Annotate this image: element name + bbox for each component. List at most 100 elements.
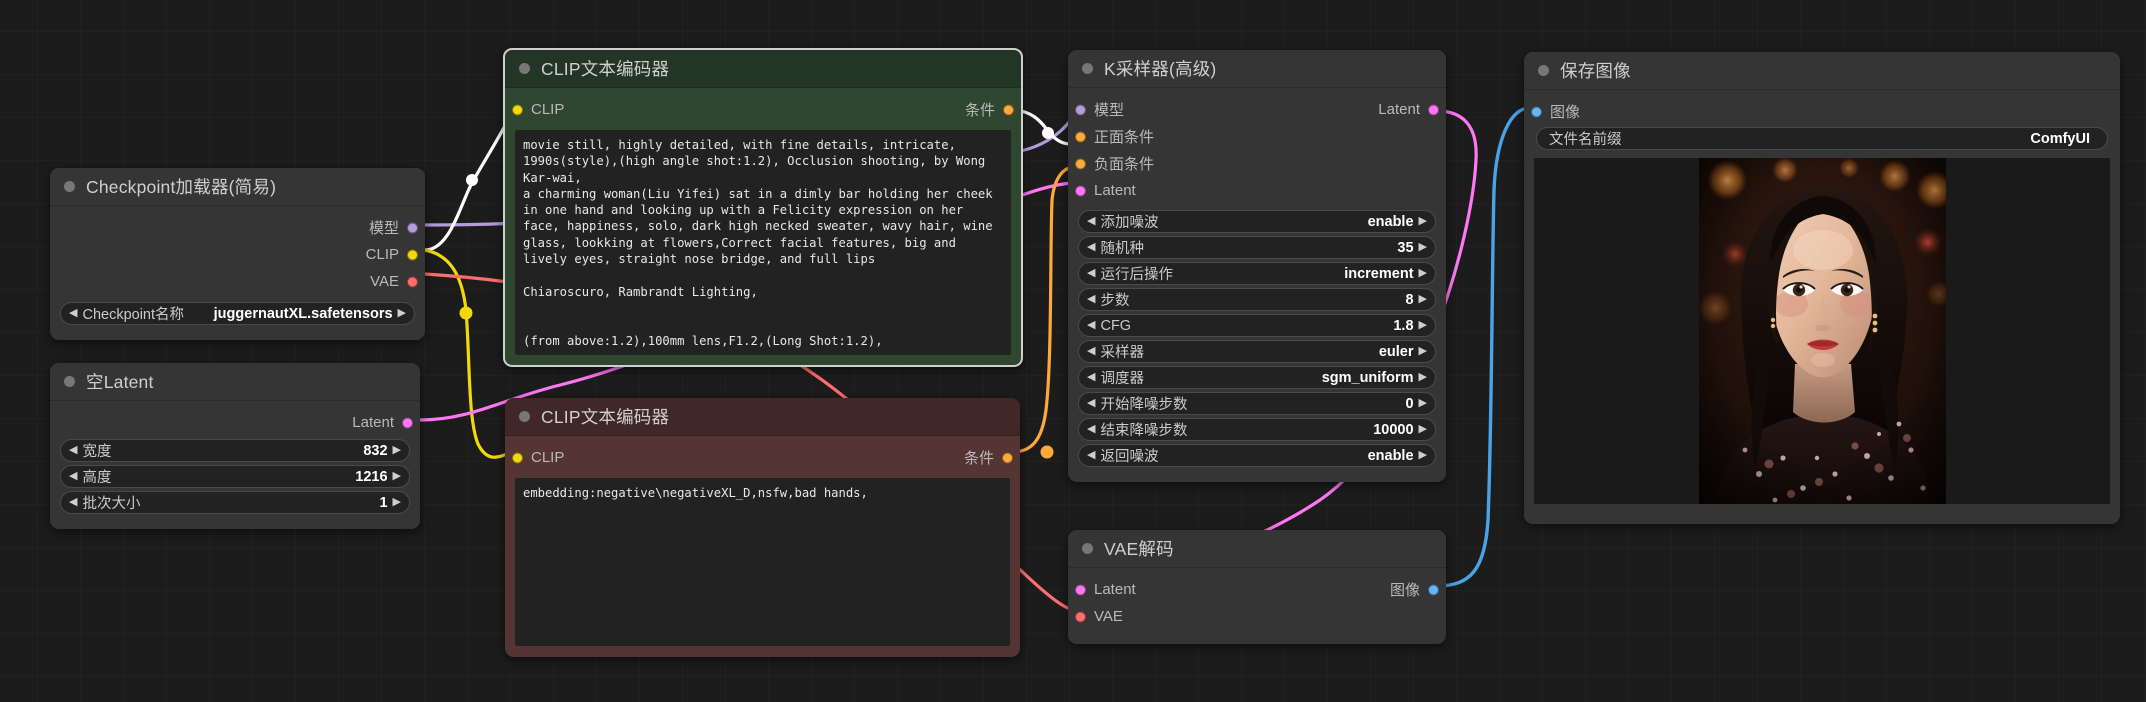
node-title-bar[interactable]: CLIP文本编码器	[505, 398, 1020, 436]
output-slot-model[interactable]: 模型	[50, 214, 425, 241]
node-title-bar[interactable]: Checkpoint加载器(简易)	[50, 168, 425, 206]
input-dot-clip[interactable]	[512, 104, 523, 115]
node-vae-decode[interactable]: VAE解码 Latent 图像 VAE	[1068, 530, 1446, 644]
chevron-left-icon[interactable]: ◀	[1087, 294, 1095, 305]
node-checkpoint-loader[interactable]: Checkpoint加载器(简易) 模型 CLIP VAE ◀ Checkpoi…	[50, 168, 425, 340]
output-dot-clip[interactable]	[407, 249, 418, 260]
chevron-left-icon[interactable]: ◀	[1087, 372, 1095, 383]
input-dot-vae[interactable]	[1075, 611, 1086, 622]
widget-width[interactable]: ◀ 宽度 832 ▶	[60, 439, 410, 462]
output-dot-image[interactable]	[1428, 584, 1439, 595]
node-title-bar[interactable]: K采样器(高级)	[1068, 50, 1446, 88]
collapse-dot-icon[interactable]	[1082, 63, 1093, 74]
input-slot-clip[interactable]: CLIP	[505, 444, 564, 471]
output-dot-latent[interactable]	[402, 417, 413, 428]
comfyui-graph-canvas[interactable]: Checkpoint加载器(简易) 模型 CLIP VAE ◀ Checkpoi…	[0, 0, 2146, 702]
chevron-left-icon[interactable]: ◀	[69, 308, 77, 319]
input-dot-latent[interactable]	[1075, 185, 1086, 196]
widget-control-after-generate[interactable]: ◀ 运行后操作 increment ▶	[1078, 262, 1436, 285]
output-slot-conditioning[interactable]: 条件	[965, 96, 1021, 123]
output-dot-conditioning[interactable]	[1003, 104, 1014, 115]
chevron-right-icon[interactable]: ▶	[1419, 268, 1427, 279]
chevron-left-icon[interactable]: ◀	[1087, 268, 1095, 279]
chevron-right-icon[interactable]: ▶	[393, 471, 401, 482]
input-slot-negative[interactable]: 负面条件	[1068, 150, 1446, 177]
node-ksampler-advanced[interactable]: K采样器(高级) 模型 Latent 正面条件 负面条件 Latent ◀ 添加…	[1068, 50, 1446, 482]
chevron-left-icon[interactable]: ◀	[69, 445, 77, 456]
input-slot-model[interactable]: 模型	[1068, 96, 1124, 123]
chevron-right-icon[interactable]: ▶	[1419, 346, 1427, 357]
widget-sampler-name[interactable]: ◀ 采样器 euler ▶	[1078, 340, 1436, 363]
chevron-left-icon[interactable]: ◀	[1087, 346, 1095, 357]
image-preview-panel[interactable]	[1534, 158, 2110, 504]
collapse-dot-icon[interactable]	[519, 63, 530, 74]
chevron-right-icon[interactable]: ▶	[398, 308, 406, 319]
input-slot-vae[interactable]: VAE	[1068, 603, 1446, 630]
widget-batch-size[interactable]: ◀ 批次大小 1 ▶	[60, 491, 410, 514]
output-slot-clip[interactable]: CLIP	[50, 241, 425, 268]
chevron-right-icon[interactable]: ▶	[1419, 398, 1427, 409]
collapse-dot-icon[interactable]	[519, 411, 530, 422]
positive-prompt-textarea[interactable]: movie still, highly detailed, with fine …	[515, 130, 1011, 355]
widget-ckpt-name[interactable]: ◀ Checkpoint名称 juggernautXL.safetensors …	[60, 302, 415, 325]
input-slot-latent[interactable]: Latent	[1068, 177, 1446, 204]
input-dot-clip[interactable]	[512, 452, 523, 463]
widget-filename-prefix[interactable]: 文件名前缀 ComfyUI	[1536, 127, 2108, 150]
input-slot-latent[interactable]: Latent	[1068, 576, 1136, 603]
collapse-dot-icon[interactable]	[64, 376, 75, 387]
input-dot-model[interactable]	[1075, 104, 1086, 115]
widget-add-noise[interactable]: ◀ 添加噪波 enable ▶	[1078, 210, 1436, 233]
input-dot-positive[interactable]	[1075, 131, 1086, 142]
output-slot-vae[interactable]: VAE	[50, 268, 425, 295]
chevron-right-icon[interactable]: ▶	[393, 445, 401, 456]
node-clip-text-encoder-positive[interactable]: CLIP文本编码器 CLIP 条件 movie still, highly de…	[503, 48, 1023, 367]
node-title-bar[interactable]: VAE解码	[1068, 530, 1446, 568]
widget-return-with-leftover-noise[interactable]: ◀ 返回噪波 enable ▶	[1078, 444, 1436, 467]
node-title-bar[interactable]: 空Latent	[50, 363, 420, 401]
chevron-left-icon[interactable]: ◀	[1087, 216, 1095, 227]
chevron-right-icon[interactable]: ▶	[1419, 450, 1427, 461]
input-slot-image[interactable]: 图像	[1524, 98, 2120, 125]
chevron-left-icon[interactable]: ◀	[1087, 424, 1095, 435]
chevron-right-icon[interactable]: ▶	[1419, 320, 1427, 331]
generated-portrait-image[interactable]	[1698, 158, 1946, 504]
output-dot-conditioning[interactable]	[1002, 452, 1013, 463]
input-dot-latent[interactable]	[1075, 584, 1086, 595]
collapse-dot-icon[interactable]	[1082, 543, 1093, 554]
widget-height[interactable]: ◀ 高度 1216 ▶	[60, 465, 410, 488]
input-dot-negative[interactable]	[1075, 158, 1086, 169]
chevron-right-icon[interactable]: ▶	[1419, 294, 1427, 305]
output-slot-image[interactable]: 图像	[1390, 576, 1446, 603]
input-dot-image[interactable]	[1531, 106, 1542, 117]
widget-end-at-step[interactable]: ◀ 结束降噪步数 10000 ▶	[1078, 418, 1436, 441]
output-slot-latent[interactable]: Latent	[1378, 96, 1446, 123]
collapse-dot-icon[interactable]	[64, 181, 75, 192]
input-slot-positive[interactable]: 正面条件	[1068, 123, 1446, 150]
output-slot-conditioning[interactable]: 条件	[964, 444, 1020, 471]
node-empty-latent[interactable]: 空Latent Latent ◀ 宽度 832 ▶ ◀ 高度 1216 ▶ ◀ …	[50, 363, 420, 529]
chevron-right-icon[interactable]: ▶	[1419, 242, 1427, 253]
chevron-right-icon[interactable]: ▶	[1419, 216, 1427, 227]
input-slot-clip[interactable]: CLIP	[505, 96, 564, 123]
output-dot-latent[interactable]	[1428, 104, 1439, 115]
negative-prompt-textarea[interactable]: embedding:negative\negativeXL_D,nsfw,bad…	[515, 478, 1010, 646]
chevron-right-icon[interactable]: ▶	[1419, 372, 1427, 383]
widget-steps[interactable]: ◀ 步数 8 ▶	[1078, 288, 1436, 311]
output-slot-latent[interactable]: Latent	[50, 409, 420, 436]
widget-seed[interactable]: ◀ 随机种 35 ▶	[1078, 236, 1436, 259]
output-dot-vae[interactable]	[407, 276, 418, 287]
widget-scheduler[interactable]: ◀ 调度器 sgm_uniform ▶	[1078, 366, 1436, 389]
node-title-bar[interactable]: CLIP文本编码器	[505, 50, 1021, 88]
chevron-left-icon[interactable]: ◀	[1087, 320, 1095, 331]
output-dot-model[interactable]	[407, 222, 418, 233]
node-title-bar[interactable]: 保存图像	[1524, 52, 2120, 90]
chevron-right-icon[interactable]: ▶	[1419, 424, 1427, 435]
node-clip-text-encoder-negative[interactable]: CLIP文本编码器 CLIP 条件 embedding:negative\neg…	[505, 398, 1020, 657]
chevron-left-icon[interactable]: ◀	[1087, 242, 1095, 253]
widget-start-at-step[interactable]: ◀ 开始降噪步数 0 ▶	[1078, 392, 1436, 415]
chevron-right-icon[interactable]: ▶	[393, 497, 401, 508]
chevron-left-icon[interactable]: ◀	[1087, 450, 1095, 461]
node-save-image[interactable]: 保存图像 图像 文件名前缀 ComfyUI	[1524, 52, 2120, 524]
chevron-left-icon[interactable]: ◀	[1087, 398, 1095, 409]
collapse-dot-icon[interactable]	[1538, 65, 1549, 76]
